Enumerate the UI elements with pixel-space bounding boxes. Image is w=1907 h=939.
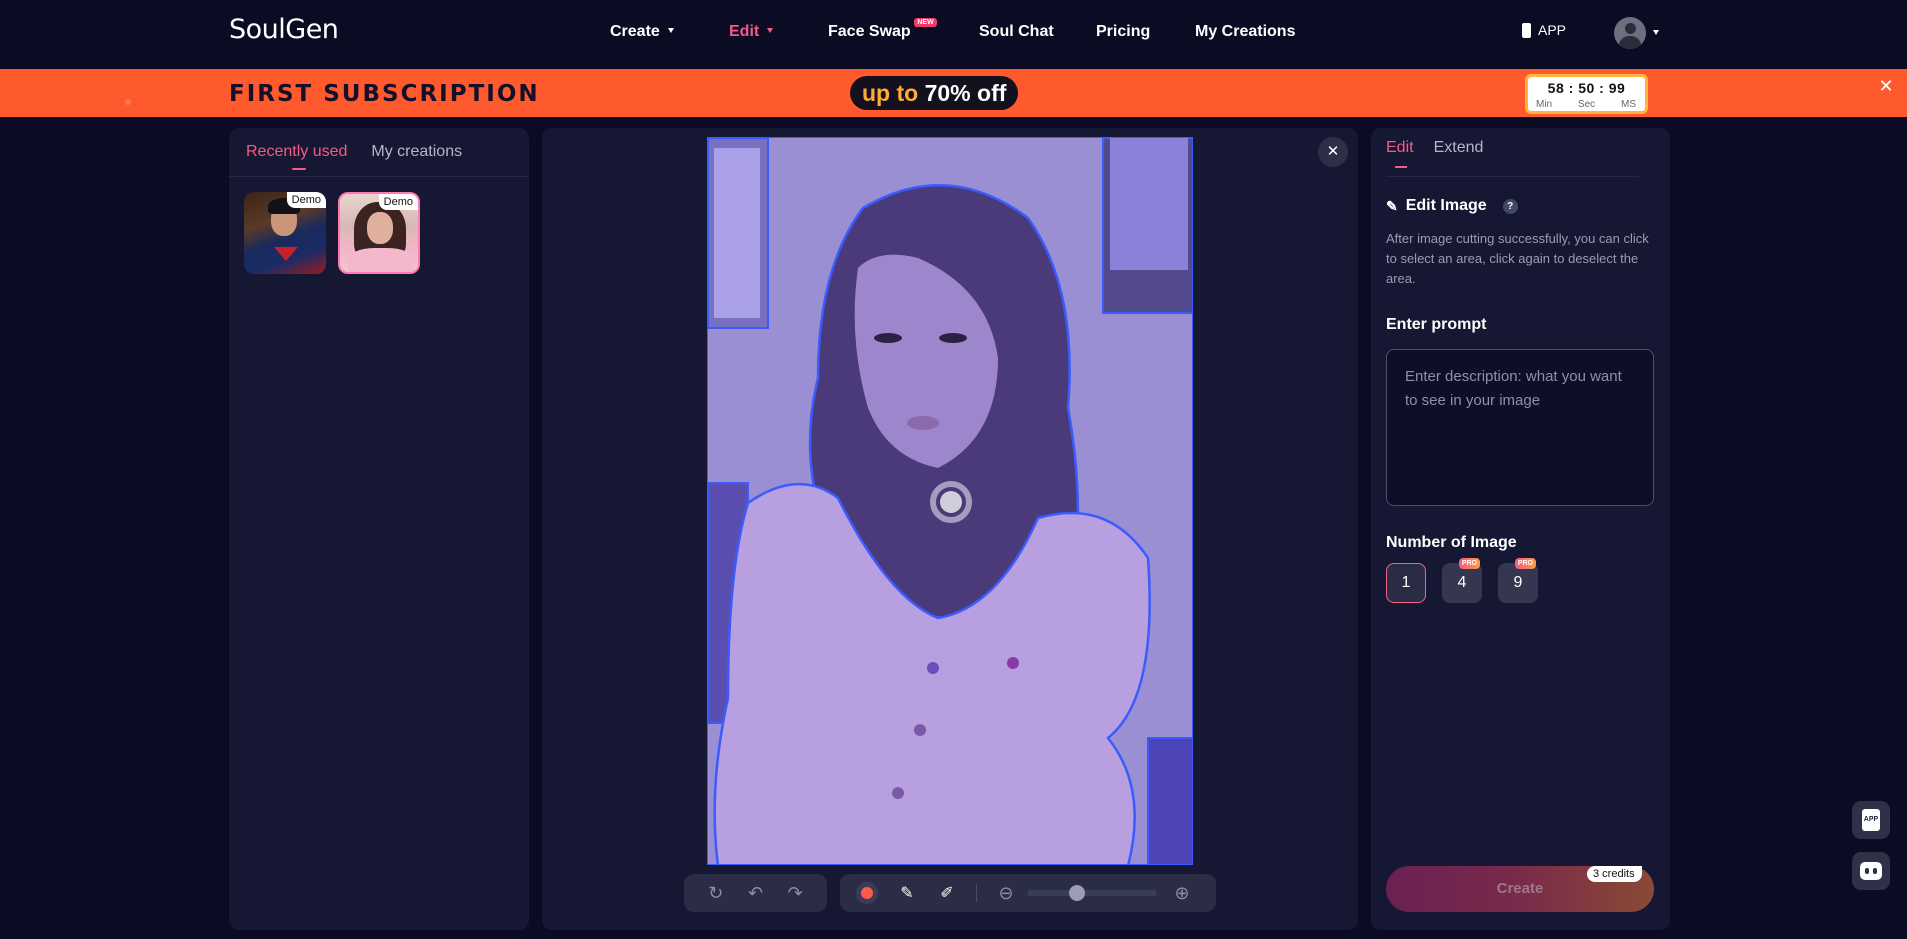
thumbnail-girl[interactable]: Demo <box>338 192 420 274</box>
nav-face-swap[interactable]: Face Swap NEW <box>828 18 937 41</box>
help-icon[interactable]: ? <box>1502 198 1518 214</box>
chevron-down-icon <box>667 28 674 33</box>
promo-banner[interactable]: FIRST SUBSCRIPTION up to 70% off 58 : 50… <box>0 69 1907 117</box>
image-count-value: 9 <box>1513 574 1523 591</box>
toolbar-divider <box>976 884 977 902</box>
demo-badge: Demo <box>378 194 418 210</box>
discount-pill: up to 70% off <box>850 76 1019 110</box>
timer-min-label: Min <box>1536 99 1553 110</box>
nav-create[interactable]: Create <box>610 23 674 41</box>
demo-badge: Demo <box>286 192 326 208</box>
countdown-timer: 58 : 50 : 99 Min Sec MS <box>1525 74 1648 114</box>
timer-sep: : <box>1568 80 1574 96</box>
erase-brush-icon[interactable]: ✐ <box>936 883 958 903</box>
masked-portrait[interactable] <box>708 138 1193 865</box>
image-count-value: 4 <box>1457 574 1467 591</box>
soulgen-logo[interactable]: SoulGen <box>229 14 339 45</box>
brush-toolbar: ✎ ✐ ⊖ ⊕ <box>840 874 1216 912</box>
decor-dot <box>125 99 131 105</box>
close-canvas-button[interactable]: ✕ <box>1318 137 1348 167</box>
nav-soul-chat[interactable]: Soul Chat <box>979 23 1054 41</box>
avatar[interactable] <box>1614 17 1646 49</box>
credits-badge: 3 credits <box>1587 866 1642 882</box>
app-download-link[interactable]: APP <box>1522 22 1566 38</box>
timer-sep: : <box>1599 80 1605 96</box>
undo-icon[interactable]: ↶ <box>744 883 766 904</box>
image-count-value: 1 <box>1401 574 1411 591</box>
pro-badge: PRO <box>1458 558 1480 569</box>
image-count-4[interactable]: 4 PRO <box>1442 558 1482 603</box>
thumb-emblem <box>274 247 298 261</box>
edit-description: After image cutting successfully, you ca… <box>1386 231 1649 286</box>
tab-recently-used[interactable]: Recently used <box>246 143 347 170</box>
history-panel: Recently used My creations Demo Demo <box>229 128 529 930</box>
app-icon: APP <box>1862 809 1880 831</box>
edit-tabs: Edit Extend <box>1386 139 1484 168</box>
slider-knob[interactable] <box>1069 885 1085 901</box>
timer-sec-label: Sec <box>1577 99 1596 110</box>
thumbnail-superhero[interactable]: Demo <box>244 192 326 274</box>
discount-value: 70% off <box>924 80 1007 106</box>
divider <box>229 176 529 177</box>
timer-ms-label: MS <box>1620 99 1636 110</box>
add-brush-icon[interactable]: ✎ <box>896 883 918 903</box>
support-chat-button[interactable] <box>1852 852 1890 890</box>
top-nav: SoulGen Create Edit Face Swap NEW Soul C… <box>0 0 1907 68</box>
zoom-slider[interactable] <box>1027 885 1157 901</box>
reset-icon[interactable]: ↻ <box>705 883 727 904</box>
new-badge: NEW <box>914 18 937 27</box>
chevron-down-icon <box>767 28 774 33</box>
divider <box>1386 176 1639 177</box>
tab-extend[interactable]: Extend <box>1434 139 1484 157</box>
thumb-body <box>348 248 414 272</box>
timer-ms: 99 <box>1608 80 1626 96</box>
zoom-out-icon[interactable]: ⊖ <box>995 883 1017 904</box>
app-label: APP <box>1538 22 1567 38</box>
timer-min: 58 <box>1547 80 1565 96</box>
nav-create-label: Create <box>610 23 660 40</box>
edit-canvas-image[interactable] <box>707 137 1193 865</box>
discount-prefix: up to <box>862 80 919 106</box>
brush-color-picker[interactable] <box>856 882 878 904</box>
thumb-face <box>367 212 393 244</box>
timer-sec: 50 <box>1578 80 1595 96</box>
history-tabs: Recently used My creations <box>246 143 462 170</box>
timer-units: Min Sec MS <box>1536 99 1636 110</box>
edit-image-title: Edit Image <box>1405 197 1487 214</box>
edit-image-heading: ✎ Edit Image ? <box>1386 197 1518 215</box>
nav-face-swap-label: Face Swap <box>828 23 911 40</box>
chat-bot-icon <box>1860 862 1882 880</box>
timer-digits: 58 : 50 : 99 <box>1528 80 1645 96</box>
pro-badge: PRO <box>1514 558 1536 569</box>
close-icon[interactable]: ✕ <box>1876 76 1896 96</box>
chevron-down-icon[interactable] <box>1653 30 1659 35</box>
app-float-button[interactable]: APP <box>1852 801 1890 839</box>
history-toolbar: ↻ ↶ ↷ <box>684 874 827 912</box>
image-count-9[interactable]: 9 PRO <box>1498 558 1538 603</box>
nav-edit[interactable]: Edit <box>729 23 774 41</box>
nav-my-creations[interactable]: My Creations <box>1195 23 1295 41</box>
zoom-in-icon[interactable]: ⊕ <box>1171 883 1193 904</box>
nav-edit-label: Edit <box>729 23 760 40</box>
nav-pricing[interactable]: Pricing <box>1096 23 1150 41</box>
close-icon: ✕ <box>1326 143 1340 160</box>
number-of-image-label: Number of Image <box>1386 534 1517 551</box>
image-count-1[interactable]: 1 <box>1386 563 1426 603</box>
prompt-label: Enter prompt <box>1386 316 1487 333</box>
phone-icon <box>1522 22 1531 38</box>
prompt-input[interactable] <box>1387 350 1653 505</box>
edit-settings-panel: Edit Extend ✎ Edit Image ? After image c… <box>1371 128 1670 930</box>
magic-wand-icon: ✎ <box>1386 197 1398 214</box>
promo-title: FIRST SUBSCRIPTION <box>229 81 540 107</box>
prompt-box <box>1386 349 1654 506</box>
tab-my-creations[interactable]: My creations <box>371 143 462 161</box>
tab-edit[interactable]: Edit <box>1386 139 1414 168</box>
redo-icon[interactable]: ↷ <box>784 883 806 904</box>
